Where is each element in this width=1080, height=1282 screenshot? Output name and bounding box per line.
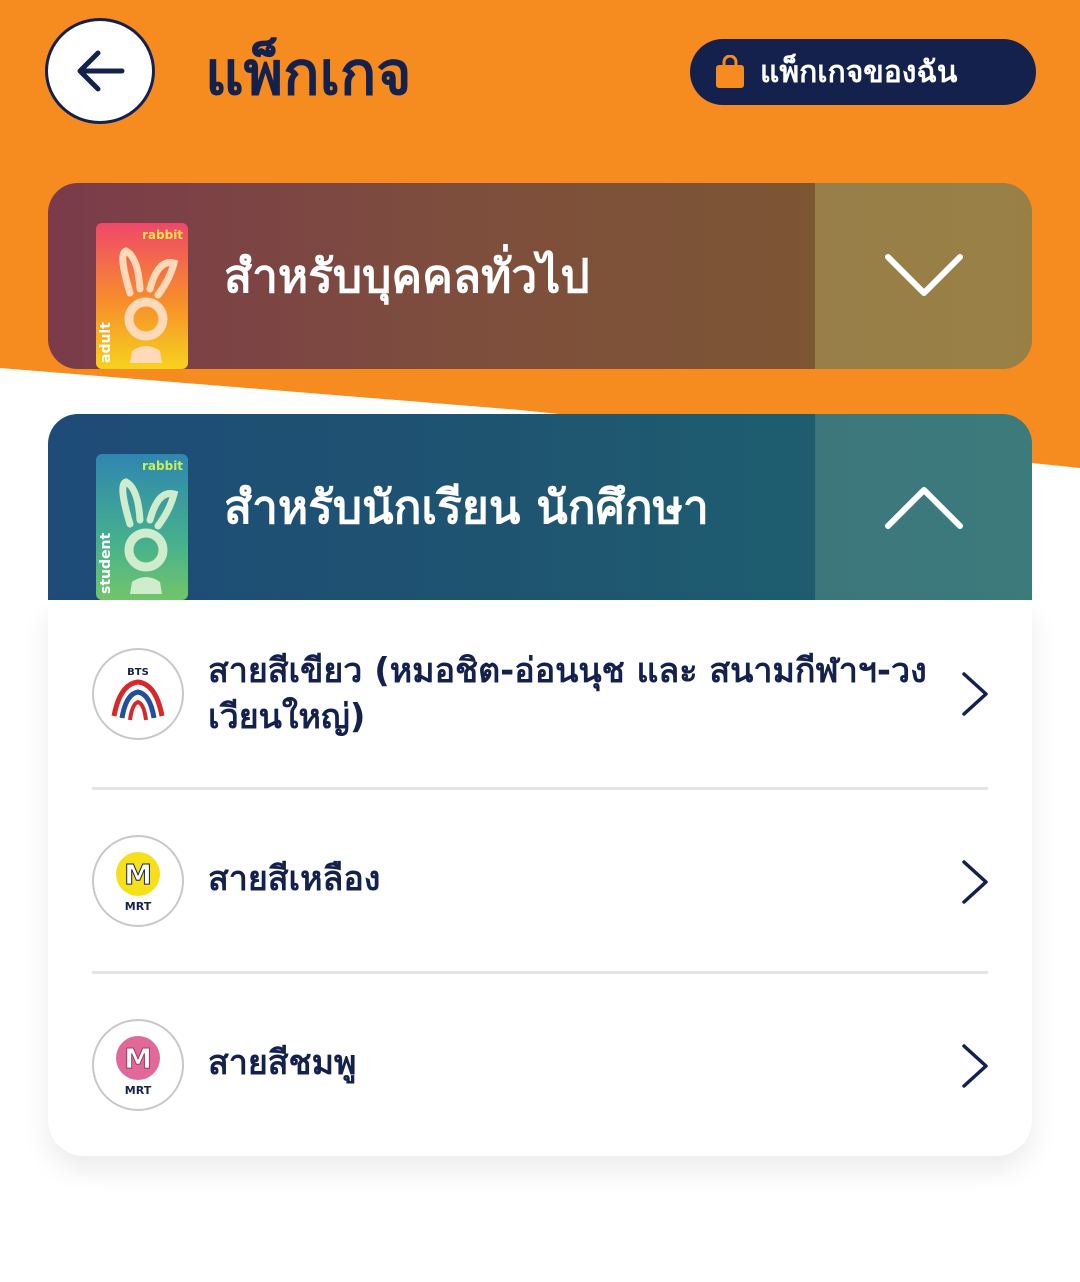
rabbit-adult-card-image: rabbit adult — [96, 223, 188, 369]
list-item-green-line[interactable]: BTS สายสีเขียว (หมอชิต-อ่อนนุช และ สนามก… — [48, 600, 1032, 786]
section-student-toggle[interactable] — [815, 414, 1032, 600]
list-item-yellow-line[interactable]: M MRT สายสีเหลือง — [48, 790, 1032, 976]
svg-text:rabbit: rabbit — [142, 459, 183, 473]
bts-logo: BTS — [92, 648, 184, 740]
mrt-pink-logo: M MRT — [92, 1019, 184, 1111]
page-title: แพ็กเกจ — [205, 39, 412, 109]
rabbit-student-card-image: rabbit student — [96, 454, 188, 600]
arrow-left-icon — [77, 50, 125, 92]
list-item-label: สายสีเขียว (หมอชิต-อ่อนนุช และ สนามกีฬาฯ… — [208, 651, 927, 737]
section-adult-header[interactable]: rabbit adult สำหรับบุคคลทั่วไป — [48, 183, 1032, 369]
shopping-bag-icon — [716, 55, 744, 88]
list-item-pink-line[interactable]: M MRT สายสีชมพู — [48, 974, 1032, 1160]
my-packages-button[interactable]: แพ็กเกจของฉัน — [690, 39, 1036, 105]
chevron-right-icon — [962, 860, 988, 904]
svg-text:M: M — [124, 1042, 152, 1075]
chevron-down-icon — [884, 254, 963, 296]
svg-text:rabbit: rabbit — [142, 228, 183, 242]
bts-icon: BTS — [111, 667, 165, 721]
svg-text:M: M — [124, 858, 152, 891]
mrt-pink-icon: M MRT — [116, 1036, 160, 1097]
svg-text:MRT: MRT — [125, 1084, 152, 1097]
back-button[interactable] — [45, 18, 155, 124]
svg-text:MRT: MRT — [125, 900, 152, 913]
list-item-label: สายสีเหลือง — [208, 859, 381, 899]
section-student-header[interactable]: rabbit student สำหรับนักเรียน นักศึกษา — [48, 414, 1032, 600]
card-student-label: student — [98, 533, 114, 594]
section-student-title: สำหรับนักเรียน นักศึกษา — [224, 479, 709, 534]
section-adult-toggle[interactable] — [815, 183, 1032, 369]
section-adult-title: สำหรับบุคคลทั่วไป — [224, 248, 590, 303]
chevron-up-icon — [884, 487, 963, 529]
mrt-yellow-icon: M MRT — [116, 852, 160, 913]
my-packages-label: แพ็กเกจของฉัน — [760, 54, 958, 90]
chevron-right-icon — [962, 1044, 988, 1088]
student-package-list: BTS สายสีเขียว (หมอชิต-อ่อนนุช และ สนามก… — [48, 600, 1032, 1156]
chevron-right-icon — [962, 672, 988, 716]
svg-text:BTS: BTS — [127, 667, 149, 678]
list-item-label: สายสีชมพู — [208, 1043, 357, 1083]
card-adult-label: adult — [98, 322, 114, 363]
mrt-yellow-logo: M MRT — [92, 835, 184, 927]
